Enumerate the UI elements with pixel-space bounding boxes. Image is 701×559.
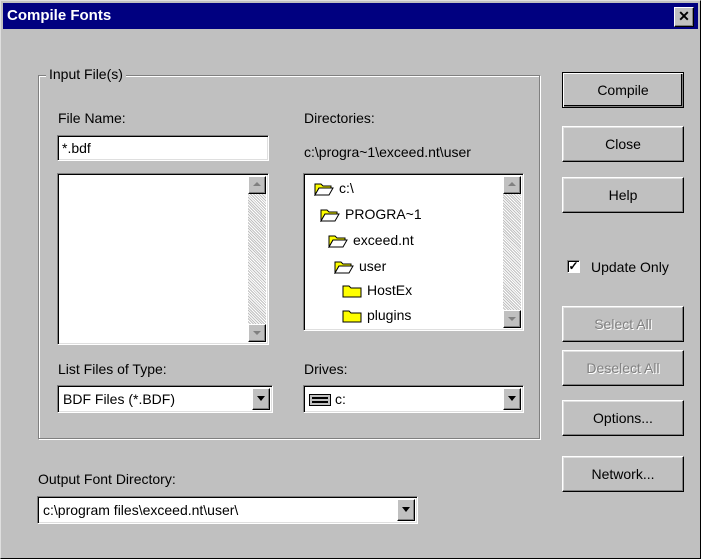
output-directory-select[interactable]: c:\program files\exceed.nt\user\ bbox=[37, 496, 418, 524]
file-type-select[interactable]: BDF Files (*.BDF) bbox=[57, 385, 273, 413]
scroll-down-arrow-icon bbox=[508, 317, 516, 321]
open-folder-icon bbox=[334, 261, 354, 275]
open-folder-icon bbox=[320, 209, 340, 223]
directory-item-label: exceed.nt bbox=[353, 232, 414, 248]
file-list-scroll-up-button[interactable] bbox=[248, 176, 266, 194]
compile-button[interactable]: Compile bbox=[562, 72, 684, 108]
input-files-group-label: Input File(s) bbox=[46, 66, 126, 82]
drives-select[interactable]: c: bbox=[303, 385, 524, 413]
drive-value: c: bbox=[335, 391, 346, 407]
output-directory-dropdown-button[interactable] bbox=[397, 499, 415, 521]
title-bar[interactable]: Compile Fonts ✕ bbox=[3, 3, 698, 29]
update-only-checkbox[interactable]: ✓ bbox=[567, 260, 580, 273]
directory-item-label: HostEx bbox=[367, 282, 413, 298]
drives-dropdown-button[interactable] bbox=[503, 388, 521, 410]
network-button[interactable]: Network... bbox=[562, 456, 684, 492]
help-button[interactable]: Help bbox=[562, 177, 684, 213]
directory-item[interactable]: exceed.nt bbox=[328, 232, 414, 249]
drive-value-wrap: c: bbox=[309, 391, 346, 407]
directory-item-label: user bbox=[359, 258, 387, 274]
directory-item[interactable]: c:\ bbox=[314, 180, 354, 197]
scroll-up-arrow-icon bbox=[508, 182, 516, 186]
output-directory-value: c:\program files\exceed.nt\user\ bbox=[43, 502, 239, 518]
directory-item[interactable]: HostEx bbox=[342, 282, 412, 298]
select-all-button[interactable]: Select All bbox=[562, 306, 684, 342]
scroll-down-arrow-icon bbox=[253, 331, 261, 335]
directory-item-label: plugins bbox=[367, 307, 412, 323]
list-files-of-type-label: List Files of Type: bbox=[58, 361, 167, 377]
options-button[interactable]: Options... bbox=[562, 400, 684, 436]
drives-label: Drives: bbox=[304, 361, 348, 377]
file-name-input[interactable]: *.bdf bbox=[57, 135, 269, 161]
directory-scroll-up-button[interactable] bbox=[503, 176, 521, 194]
deselect-all-button-label: Deselect All bbox=[586, 360, 660, 376]
file-name-value: *.bdf bbox=[62, 140, 91, 156]
file-type-dropdown-button[interactable] bbox=[252, 388, 270, 410]
close-button[interactable]: Close bbox=[562, 126, 684, 162]
dropdown-arrow-icon bbox=[257, 396, 265, 401]
dropdown-arrow-icon bbox=[402, 507, 410, 512]
update-only-label[interactable]: Update Only bbox=[591, 259, 669, 275]
directory-scroll-down-button[interactable] bbox=[503, 310, 521, 328]
directory-item[interactable]: plugins bbox=[342, 307, 411, 323]
scroll-up-arrow-icon bbox=[253, 182, 261, 186]
compile-fonts-dialog: Compile Fonts ✕ Input File(s) File Name:… bbox=[0, 0, 701, 559]
folder-icon bbox=[342, 310, 362, 323]
window-title: Compile Fonts bbox=[7, 7, 112, 24]
dropdown-arrow-icon bbox=[508, 396, 516, 401]
close-button-label: Close bbox=[605, 136, 641, 152]
help-button-label: Help bbox=[608, 187, 638, 203]
directories-label: Directories: bbox=[304, 110, 375, 126]
output-font-directory-label: Output Font Directory: bbox=[38, 471, 176, 487]
directory-tree-scrollbar[interactable] bbox=[503, 176, 521, 328]
directory-item-label: PROGRA~1 bbox=[345, 206, 422, 222]
close-window-button[interactable]: ✕ bbox=[674, 7, 694, 27]
directory-item[interactable]: PROGRA~1 bbox=[320, 206, 422, 223]
open-folder-icon bbox=[328, 235, 348, 249]
file-type-value: BDF Files (*.BDF) bbox=[63, 391, 175, 407]
network-button-label: Network... bbox=[591, 466, 655, 482]
select-all-button-label: Select All bbox=[594, 316, 652, 332]
directory-tree[interactable]: c:\ PROGRA~1 exceed.nt user HostEx plugins bbox=[303, 173, 524, 331]
drive-icon bbox=[309, 394, 331, 407]
deselect-all-button[interactable]: Deselect All bbox=[562, 350, 684, 386]
file-list-scrollbar[interactable] bbox=[248, 176, 266, 342]
file-list[interactable] bbox=[57, 173, 269, 345]
directory-item[interactable]: user bbox=[334, 258, 387, 275]
compile-button-label: Compile bbox=[597, 82, 649, 98]
open-folder-icon bbox=[314, 183, 334, 197]
file-name-label: File Name: bbox=[58, 110, 126, 126]
options-button-label: Options... bbox=[593, 410, 653, 426]
folder-icon bbox=[342, 285, 362, 298]
directory-item-label: c:\ bbox=[339, 180, 354, 196]
current-directory-text: c:\progra~1\exceed.nt\user bbox=[304, 144, 471, 160]
file-list-scroll-down-button[interactable] bbox=[248, 324, 266, 342]
